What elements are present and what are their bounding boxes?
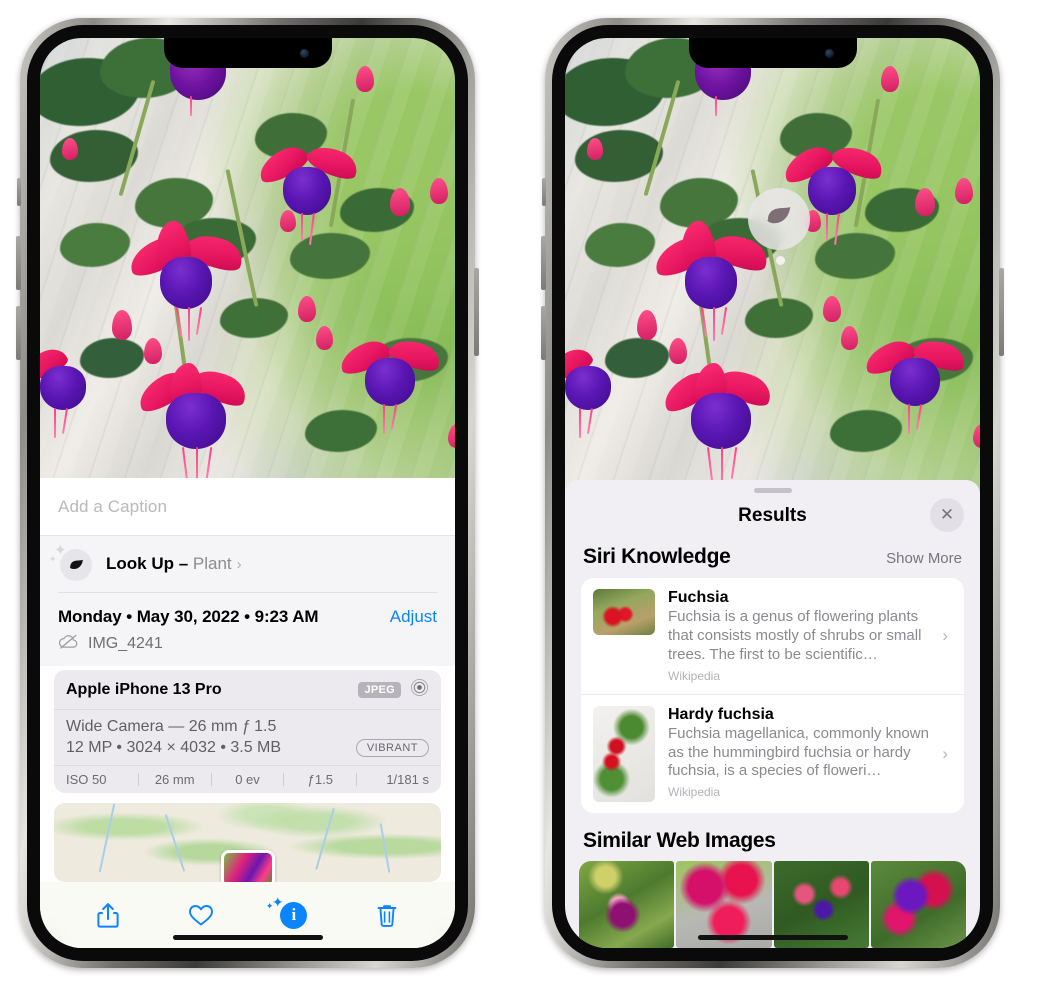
look-up-subject: Plant [192, 554, 232, 573]
flower [335, 328, 455, 438]
photo-info-sheet: Add a Caption ✦ ✦ Look Up – Plant › Mond… [40, 478, 455, 948]
results-sheet: Results ✕ Siri Knowledge Show More Fuchs… [565, 480, 980, 948]
metadata-header: Apple iPhone 13 Pro JPEG [54, 670, 441, 710]
silence-switch[interactable] [542, 178, 546, 206]
phone-screen-right: Results ✕ Siri Knowledge Show More Fuchs… [565, 38, 980, 948]
look-up-row[interactable]: ✦ ✦ Look Up – Plant › [49, 536, 437, 592]
leaf-icon: ✦ ✦ [49, 543, 92, 581]
section-title-siri-knowledge: Siri Knowledge [583, 545, 731, 568]
device-name: Apple iPhone 13 Pro [66, 681, 222, 698]
date-block: Monday • May 30, 2022 • 9:23 AM Adjust I… [40, 593, 455, 666]
map-pin-thumbnail [223, 853, 272, 882]
exif-row: ISO 50 26 mm 0 ev ƒ1.5 1/181 s [54, 765, 441, 793]
flower [124, 218, 248, 343]
visual-look-up-pointer [776, 256, 785, 265]
format-badge: JPEG [358, 682, 401, 698]
share-button[interactable] [87, 896, 129, 934]
phone-right: Results ✕ Siri Knowledge Show More Fuchs… [541, 18, 1004, 968]
notch [688, 38, 857, 68]
flower [657, 362, 791, 493]
front-camera-icon [824, 49, 834, 58]
siri-knowledge-card: Fuchsia Fuchsia is a genus of flowering … [581, 578, 964, 813]
siri-knowledge-header: Siri Knowledge Show More [565, 539, 980, 578]
lens-info: Wide Camera — 26 mm ƒ 1.5 [66, 718, 277, 735]
chevron-right-icon: › [236, 555, 242, 573]
map-photo-pin[interactable] [220, 850, 275, 882]
screenshot-canvas: Add a Caption ✦ ✦ Look Up – Plant › Mond… [0, 0, 1055, 985]
flower [860, 328, 980, 438]
phone-screen-left: Add a Caption ✦ ✦ Look Up – Plant › Mond… [40, 38, 455, 948]
volume-down-button[interactable] [16, 306, 21, 360]
home-indicator[interactable] [172, 935, 323, 940]
phone-left: Add a Caption ✦ ✦ Look Up – Plant › Mond… [16, 18, 479, 968]
home-indicator[interactable] [697, 935, 848, 940]
results-title: Results [738, 505, 807, 526]
show-more-button[interactable]: Show More [886, 550, 962, 567]
result-title: Hardy fuchsia [668, 705, 774, 723]
exif-aperture: ƒ1.5 [307, 772, 333, 787]
look-up-prefix: Look Up – [106, 554, 193, 573]
flower [132, 362, 266, 493]
delete-button[interactable] [366, 896, 408, 934]
exif-exposure: 0 ev [235, 772, 260, 787]
look-up-label: Look Up – Plant [106, 554, 232, 574]
leaf-icon [764, 202, 794, 237]
exif-focal: 26 mm [154, 772, 195, 787]
result-source: Wikipedia [668, 668, 721, 683]
list-item[interactable]: Fuchsia Fuchsia is a genus of flowering … [581, 578, 964, 694]
result-thumbnail [593, 589, 655, 635]
exif-shutter: 1/181 s [386, 772, 429, 787]
list-item[interactable]: Hardy fuchsia Fuchsia magellanica, commo… [581, 693, 964, 813]
chevron-right-icon: › [942, 743, 948, 763]
sparkle-icon: ✦ [271, 894, 284, 910]
flower [253, 139, 365, 253]
info-icon: i [280, 901, 308, 929]
aperture-icon [410, 678, 429, 702]
sparkle-small-icon: ✦ [265, 901, 274, 911]
result-thumbnail [593, 705, 655, 802]
info-button[interactable]: ✦ ✦ i [266, 894, 315, 934]
photo-viewer[interactable] [565, 38, 980, 498]
camera-metadata-card[interactable]: Apple iPhone 13 Pro JPEG Wide Camera — 2… [54, 670, 441, 793]
power-button[interactable] [999, 268, 1004, 356]
cloud-slash-icon [58, 634, 79, 654]
favorite-button[interactable] [180, 896, 222, 934]
volume-up-button[interactable] [16, 236, 21, 290]
adjust-button[interactable]: Adjust [390, 607, 437, 627]
location-map[interactable] [54, 803, 441, 882]
silence-switch[interactable] [17, 178, 21, 206]
color-profile-badge: VIBRANT [355, 739, 429, 757]
look-up-block: ✦ ✦ Look Up – Plant › [40, 536, 455, 593]
visual-look-up-badge[interactable] [748, 188, 810, 250]
exif-iso: ISO 50 [66, 772, 107, 787]
similar-image-thumbnail[interactable] [870, 860, 966, 948]
volume-up-button[interactable] [541, 236, 546, 290]
section-title-similar-web-images: Similar Web Images [583, 828, 776, 852]
photo-viewer[interactable] [40, 38, 455, 498]
file-name: IMG_4241 [88, 635, 163, 652]
flower [40, 338, 112, 448]
metadata-body: Wide Camera — 26 mm ƒ 1.5 12 MP • 3024 ×… [54, 710, 441, 765]
similar-web-images-header: Similar Web Images [565, 813, 980, 861]
sparkle-small-icon: ✦ [49, 554, 57, 564]
notch [163, 38, 332, 68]
close-icon[interactable]: ✕ [930, 498, 964, 532]
similar-image-thumbnail[interactable] [579, 860, 675, 948]
power-button[interactable] [474, 268, 479, 356]
flower [565, 338, 637, 448]
result-title: Fuchsia [668, 589, 729, 606]
result-description: Fuchsia magellanica, commonly known as t… [668, 724, 929, 780]
results-header: Results ✕ [565, 493, 980, 539]
result-source: Wikipedia [668, 785, 721, 800]
image-dimensions: 12 MP • 3024 × 4032 • 3.5 MB [66, 739, 282, 756]
chevron-right-icon: › [942, 625, 948, 645]
result-description: Fuchsia is a genus of flowering plants t… [668, 608, 922, 663]
front-camera-icon [299, 49, 309, 58]
caption-input[interactable]: Add a Caption [58, 497, 167, 517]
volume-down-button[interactable] [541, 306, 546, 360]
flower [649, 218, 773, 343]
caption-row[interactable]: Add a Caption [40, 478, 455, 536]
photo-date: Monday • May 30, 2022 • 9:23 AM [58, 607, 319, 626]
